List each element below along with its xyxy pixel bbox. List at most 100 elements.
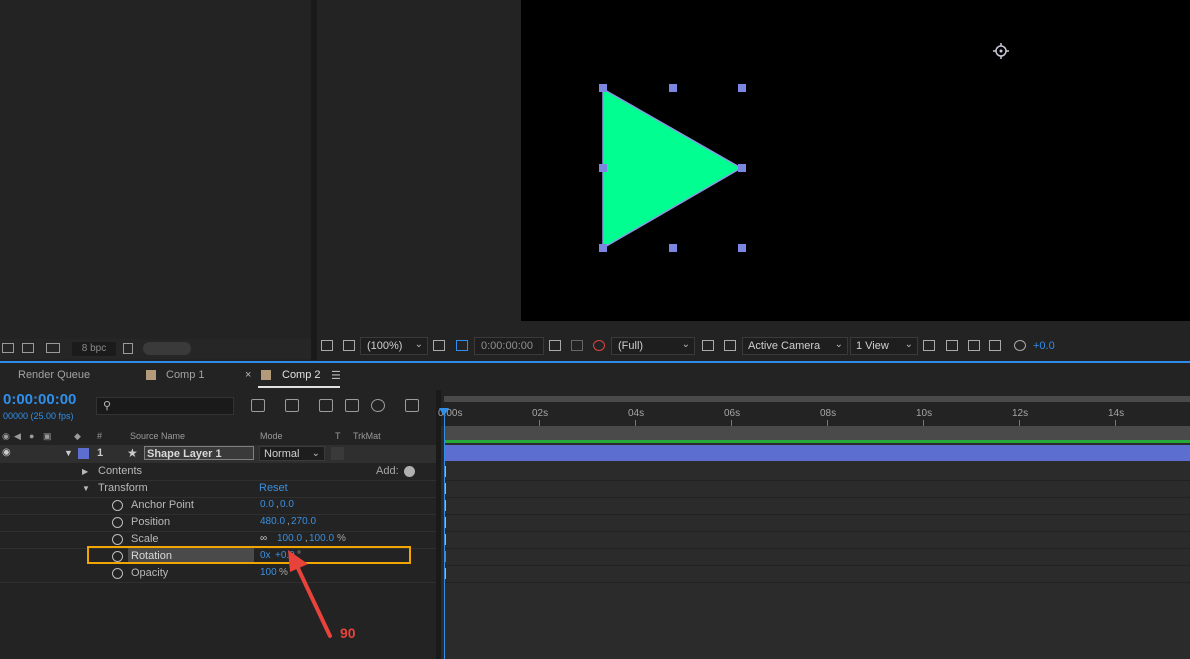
layer-duration-bar[interactable] [444,445,1190,461]
kf-row-transform [444,480,1190,498]
camera-dropdown[interactable]: Active Camera ⌄ [742,337,848,355]
stopwatch-icon[interactable] [112,500,123,511]
label-tag-icon[interactable]: ◆ [74,431,81,442]
solo-switch-icon[interactable]: ● [29,431,34,441]
fast-previews-icon[interactable] [946,340,958,351]
reset-link[interactable]: Reset [259,482,288,494]
flowchart-icon[interactable] [989,340,1001,351]
property-row-anchor-point[interactable]: Anchor Point 0.0 , 0.0 [0,497,436,515]
show-snapshot-icon[interactable] [571,340,583,351]
video-switch-icon[interactable]: ◉ [2,431,10,442]
property-name: Scale [131,533,159,545]
col-mode[interactable]: Mode [260,431,283,441]
arrow-shaft [294,562,332,638]
motion-blur-icon[interactable] [371,399,385,412]
viewer-timecode: 0:00:00:00 [481,340,533,352]
property-name: Opacity [131,567,169,579]
property-name: Anchor Point [131,499,194,511]
views-value: 1 View [856,340,889,352]
handle-br [738,244,746,252]
expand-arrow-icon[interactable]: ▼ [64,448,73,458]
graph-editor-icon[interactable] [405,399,419,412]
zoom-dropdown[interactable]: (100%) ⌄ [360,337,428,355]
contents-row[interactable]: ▶ Contents Add: [0,463,436,481]
shy-layers-icon[interactable] [319,399,333,412]
interpret-footage-icon[interactable] [2,343,14,353]
col-source-name[interactable]: Source Name [130,431,185,441]
layer-mode-dropdown[interactable]: Normal ⌄ [259,446,325,461]
col-trkmat[interactable]: TrkMat [353,431,381,441]
tab-render-queue[interactable]: Render Queue [18,369,90,381]
comp1-color-swatch [146,370,156,380]
work-area-bar[interactable] [444,426,1190,440]
handle-bl [599,244,607,252]
always-preview-icon[interactable] [321,340,333,351]
current-time-field[interactable]: 0:00:00:00 [474,337,544,355]
composition-mini-flowchart-icon[interactable] [251,399,265,412]
kf-row-rotation [444,548,1190,566]
eye-icon[interactable]: ◉ [2,447,11,458]
timeline-timecode[interactable]: 0:00:00:00 [3,391,76,408]
lock-switch-icon[interactable]: ▣ [43,431,52,442]
draft-3d-icon[interactable] [285,399,299,412]
tab-menu-icon[interactable]: ☰ [331,369,341,382]
snapshot-icon[interactable] [549,340,561,351]
tick-label: 06s [724,408,741,419]
property-value-b[interactable]: 270.0 [291,516,316,527]
new-composition-icon[interactable] [46,343,60,353]
layer-label-color[interactable] [78,448,89,459]
thumbnail-slider[interactable] [143,342,191,355]
resolution-dropdown[interactable]: (Full) ⌄ [611,337,695,355]
views-dropdown[interactable]: 1 View ⌄ [850,337,918,355]
property-value-a[interactable]: 0.0 [260,499,274,510]
tab-close-icon[interactable]: × [245,369,251,381]
property-value-b[interactable]: 0.0 [280,499,294,510]
col-number: # [97,431,103,441]
channel-icon[interactable] [593,340,605,351]
composition-canvas[interactable] [521,0,1190,321]
layer-search-input[interactable]: ⚲ [96,397,234,415]
property-row-opacity[interactable]: Opacity 100 % [0,565,436,583]
add-menu-icon[interactable] [404,466,415,477]
audio-switch-icon[interactable]: ◀ [14,431,21,442]
exposure-value[interactable]: +0.0 [1033,340,1055,352]
display-icon[interactable] [343,340,355,351]
time-navigator[interactable] [444,396,1190,402]
frame-blending-icon[interactable] [345,399,359,412]
tick-label: 02s [532,408,549,419]
grid-guides-icon[interactable] [433,340,445,351]
expand-arrow-icon[interactable]: ▶ [82,467,88,476]
handle-tr [738,84,746,92]
transform-row[interactable]: ▼ Transform Reset [0,480,436,498]
mask-visibility-icon[interactable] [456,340,468,351]
handle-tm [669,84,677,92]
stopwatch-icon[interactable] [112,568,123,579]
new-folder-icon[interactable] [22,343,34,353]
anchor-point-icon [993,43,1009,59]
property-row-position[interactable]: Position 480.0 , 270.0 [0,514,436,532]
timeline-icon[interactable] [968,340,980,351]
playhead-line[interactable] [444,408,445,659]
bpc-button[interactable]: 8 bpc [72,342,116,356]
constrain-proportions-icon[interactable]: ∞ [260,533,267,544]
trash-icon[interactable] [123,343,133,354]
transparency-grid-icon[interactable] [724,340,736,351]
handle-tl [599,84,607,92]
stopwatch-icon[interactable] [112,534,123,545]
kf-row-position [444,514,1190,532]
region-of-interest-icon[interactable] [702,340,714,351]
add-label[interactable]: Add: [376,465,399,477]
stopwatch-icon[interactable] [112,517,123,528]
tab-comp1[interactable]: Comp 1 [166,369,205,381]
playhead-handle-icon[interactable] [439,408,449,416]
expand-arrow-icon[interactable]: ▼ [82,484,90,493]
trkmat-box[interactable] [331,447,344,460]
layer-name[interactable]: Shape Layer 1 [144,446,254,460]
property-value-a[interactable]: 480.0 [260,516,285,527]
time-ruler[interactable]: 0:00s 02s 04s 06s 08s 10s 12s 14s [438,390,1190,426]
tab-comp2[interactable]: Comp 2 [282,369,321,381]
comp2-color-swatch [261,370,271,380]
reset-exposure-icon[interactable] [1014,340,1026,351]
toggle-pixel-aspect-icon[interactable] [923,340,935,351]
layer-row[interactable]: ◉ ▼ 1 ★ Shape Layer 1 Normal ⌄ [0,445,436,463]
